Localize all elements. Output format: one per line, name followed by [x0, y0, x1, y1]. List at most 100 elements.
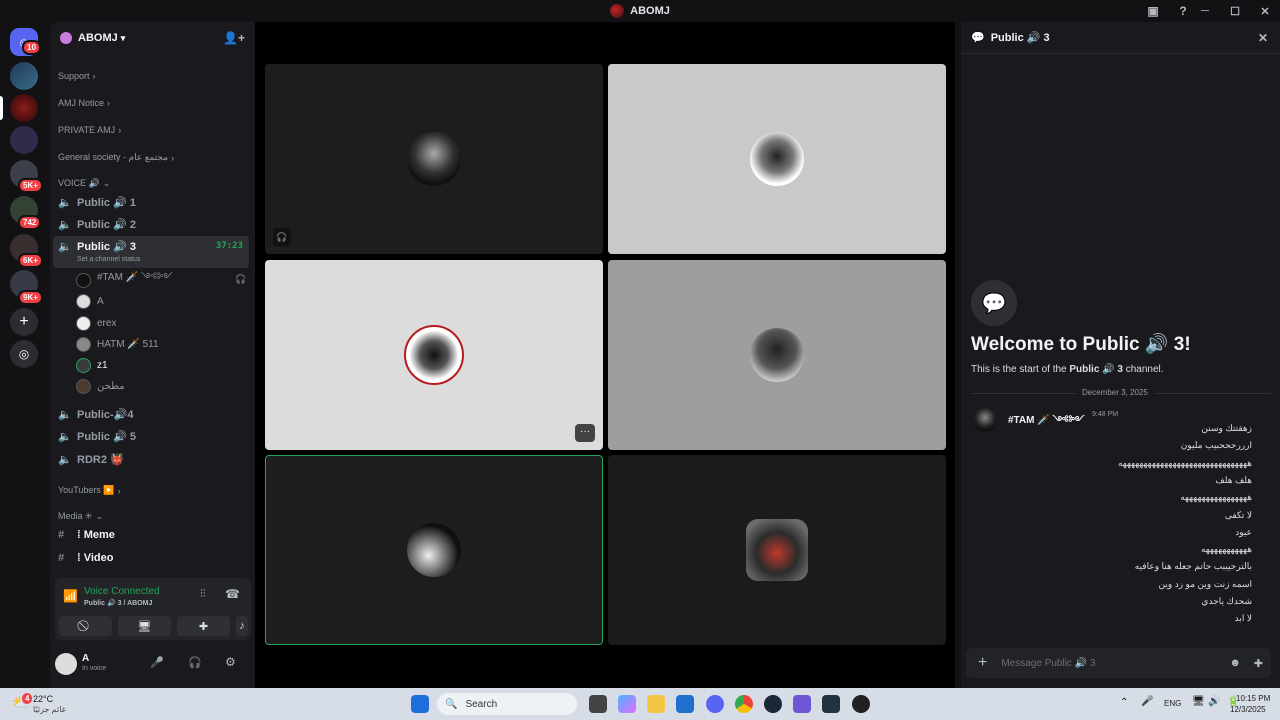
text-channel-video[interactable]: # ⁞ Video: [53, 547, 249, 569]
chevron-down-icon: ⌄: [95, 511, 104, 521]
server-icon[interactable]: [10, 126, 38, 154]
participant-tile[interactable]: [608, 260, 946, 450]
channel-status[interactable]: Set a channel status: [77, 256, 140, 263]
avatar[interactable]: [55, 653, 77, 675]
message-line: شحدك ياجدي: [1201, 596, 1252, 606]
microphone-icon[interactable]: 🎤: [1141, 696, 1153, 707]
headphones-icon[interactable]: 🎧: [188, 656, 202, 669]
avatar: [76, 293, 91, 309]
microphone-icon[interactable]: 🎤: [150, 656, 164, 669]
category-support[interactable]: Support ›: [58, 71, 96, 81]
voice-channel-3[interactable]: 🔈 Public 🔊 3 37:23 Set a channel status: [53, 236, 249, 268]
inbox-icon[interactable]: ▣: [1145, 3, 1161, 19]
category-label: PRIVATE AMJ: [58, 125, 116, 135]
channel-label: Public 🔊 1: [77, 196, 136, 209]
speaker-icon: 🔈: [58, 218, 72, 231]
participant-tile[interactable]: [608, 64, 946, 254]
server-header[interactable]: ABOMJ ▾ 👤+: [50, 22, 255, 54]
message-input[interactable]: + Message Public 🔊 3 ☻ ✚: [966, 648, 1271, 678]
text-channel-meme[interactable]: # ⁞ Meme: [53, 524, 249, 546]
more-options-icon[interactable]: ···: [575, 424, 595, 442]
discord-icon[interactable]: [706, 695, 724, 713]
clock-date[interactable]: 12/3/2025: [1230, 705, 1266, 714]
voice-user[interactable]: A: [76, 291, 104, 311]
close-icon[interactable]: ✕: [1258, 31, 1268, 45]
clock-time[interactable]: 10:15 PM: [1236, 694, 1270, 703]
participant-tile[interactable]: [608, 455, 946, 645]
category-notice[interactable]: AMJ Notice ›: [58, 98, 110, 108]
help-icon[interactable]: ?: [1175, 3, 1191, 19]
discover-icon[interactable]: ◎: [10, 340, 38, 368]
emoji-icon[interactable]: ☻: [1229, 657, 1241, 669]
start-icon[interactable]: [411, 695, 429, 713]
add-attachment-icon[interactable]: +: [978, 654, 987, 672]
close-window-button[interactable]: ✕: [1250, 5, 1280, 18]
channel-label: RDR2 👹: [77, 453, 124, 466]
voice-channel-2[interactable]: 🔈 Public 🔊 2: [53, 213, 249, 235]
participant-tile[interactable]: ···: [265, 260, 603, 450]
language-indicator[interactable]: ENG: [1164, 699, 1181, 708]
message-time: 9:48 PM: [1092, 411, 1119, 418]
chevron-down-icon: ▾: [120, 32, 126, 43]
minimize-button[interactable]: ─: [1190, 5, 1220, 17]
server-rail: ☺ 10 5K+ 742 6K+ 9K+ + ◎: [0, 22, 50, 688]
category-media[interactable]: Media ✳ ⌄: [58, 511, 103, 522]
welcome-text: This is the start of the: [971, 364, 1070, 375]
server-west-icon[interactable]: [10, 62, 38, 90]
activities-button[interactable]: ✚: [177, 616, 230, 636]
soundboard-button[interactable]: ♪: [236, 616, 248, 636]
server-abomj-icon[interactable]: [10, 94, 38, 122]
apps-icon[interactable]: ✚: [1254, 657, 1263, 670]
gear-icon[interactable]: ⚙: [225, 655, 236, 669]
chevron-right-icon: ›: [117, 485, 121, 496]
file-explorer-icon[interactable]: [647, 695, 665, 713]
message-author[interactable]: #TAM 🗡️ ༺༻: [1008, 409, 1085, 437]
voice-user[interactable]: #TAM 🗡️ ༺༻: [76, 270, 173, 290]
maximize-button[interactable]: ☐: [1220, 5, 1250, 18]
avatar[interactable]: [973, 408, 997, 432]
voice-channel-1[interactable]: 🔈 Public 🔊 1: [53, 191, 249, 213]
voice-channel-rdr2[interactable]: 🔈 RDR2 👹: [53, 448, 249, 470]
app-icon[interactable]: [793, 695, 811, 713]
participant-tile-speaking[interactable]: [265, 455, 603, 645]
app-icon[interactable]: [852, 695, 870, 713]
category-general[interactable]: General society - مجتمع عام ›: [58, 152, 174, 163]
network-icon[interactable]: 🖥: [1192, 696, 1205, 707]
camera-button[interactable]: ⃠: [59, 616, 112, 636]
voice-channel-5[interactable]: 🔈 Public 🔊 5: [53, 425, 249, 447]
taskbar-search[interactable]: 🔍 Search: [437, 693, 577, 715]
category-voice[interactable]: VOICE 🔊 ⌄: [58, 178, 110, 189]
voice-user[interactable]: erex: [76, 313, 116, 333]
voice-user[interactable]: مطحن: [76, 376, 125, 396]
category-youtubers[interactable]: YouTubers ▶️ ›: [58, 485, 121, 496]
invite-people-icon[interactable]: 👤+: [223, 31, 245, 45]
volume-icon[interactable]: 🔊: [1208, 696, 1220, 707]
voice-stage: 🎧 ···: [255, 22, 955, 688]
participant-tile[interactable]: 🎧: [265, 64, 603, 254]
chat-header: 💬 Public 🔊 3 ✕: [961, 22, 1280, 54]
add-server-icon[interactable]: +: [10, 308, 38, 336]
steam-icon[interactable]: [764, 695, 782, 713]
category-private[interactable]: PRIVATE AMJ ›: [58, 125, 121, 135]
task-view-icon[interactable]: [589, 695, 607, 713]
voice-channel-4[interactable]: 🔈 Public-🔊4: [53, 403, 249, 425]
chat-title: Public 🔊 3: [990, 32, 1050, 44]
screen-share-button[interactable]: 🖥: [118, 616, 171, 636]
copilot-icon[interactable]: [618, 695, 636, 713]
voice-user[interactable]: z1: [76, 355, 108, 375]
voice-location[interactable]: Public 🔊 3 / ABOMJ: [84, 599, 152, 607]
channel-label: ⁞ Video: [77, 552, 114, 564]
signal-icon[interactable]: 📶: [63, 589, 78, 603]
voice-user[interactable]: HATM 🗡️ 511: [76, 334, 159, 354]
avatar: [76, 315, 91, 331]
chevron-up-icon[interactable]: ⌃: [1120, 697, 1128, 708]
speaker-icon: 🔈: [58, 430, 72, 443]
store-icon[interactable]: [676, 695, 694, 713]
speaker-icon: 🔈: [58, 196, 72, 209]
terminal-icon[interactable]: [822, 695, 840, 713]
noise-suppression-icon[interactable]: ⫶⫶: [200, 588, 206, 601]
chrome-icon[interactable]: [735, 695, 753, 713]
search-label: Search: [465, 698, 498, 710]
disconnect-icon[interactable]: ☎: [225, 587, 240, 601]
category-label: Media ✳: [58, 511, 93, 521]
